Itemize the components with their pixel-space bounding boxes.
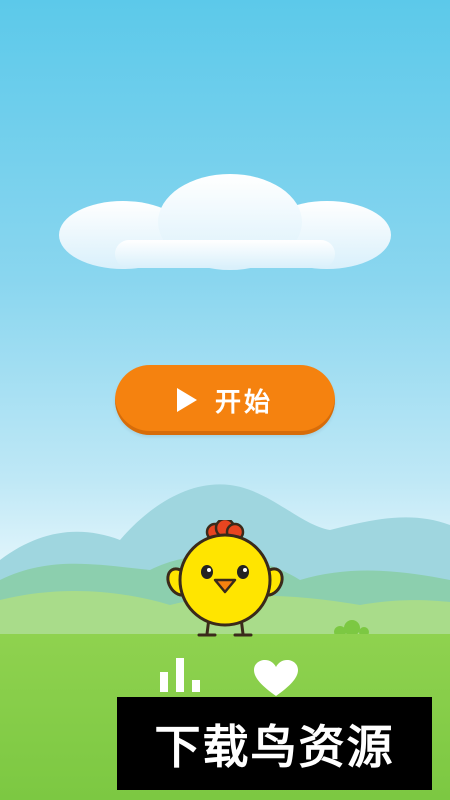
play-icon xyxy=(176,388,197,412)
cloud-decoration xyxy=(59,174,391,270)
bar-chart-icon[interactable] xyxy=(158,656,204,694)
heart-icon[interactable] xyxy=(254,660,298,698)
start-button-label: 开始 xyxy=(214,387,273,418)
chick-character xyxy=(166,520,284,637)
start-button[interactable]: 开始 xyxy=(115,365,335,435)
watermark-text: 下载鸟资源 xyxy=(154,719,395,774)
watermark-banner: 下载鸟资源 xyxy=(117,697,432,790)
